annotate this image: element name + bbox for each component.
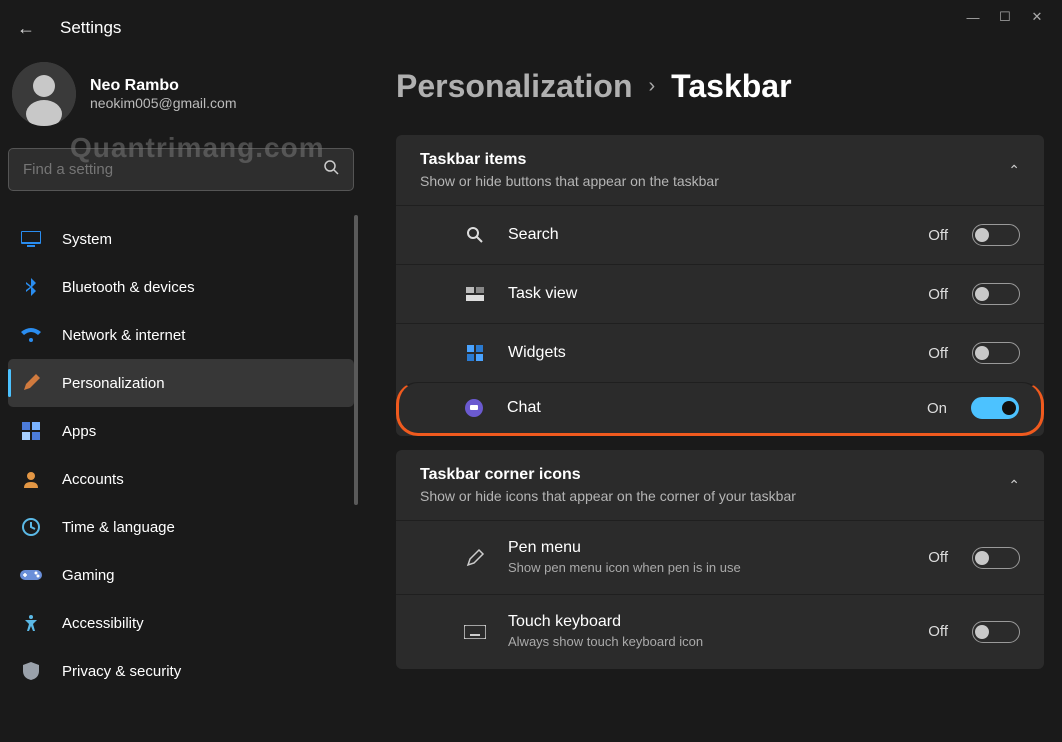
- sidebar-item-label: Apps: [62, 423, 96, 440]
- setting-label: Search: [508, 226, 908, 244]
- section-title: Taskbar items: [420, 151, 719, 169]
- time-icon: [20, 516, 42, 538]
- toggle-state: Off: [928, 345, 948, 362]
- setting-row-pen-menu: Pen menuShow pen menu icon when pen is i…: [396, 520, 1044, 594]
- sidebar-item-label: Gaming: [62, 567, 115, 584]
- chevron-right-icon: ›: [649, 75, 656, 98]
- sidebar-item-label: Accounts: [62, 471, 124, 488]
- search-icon: [464, 224, 486, 246]
- toggle-switch[interactable]: [972, 621, 1020, 643]
- back-button[interactable]: ←: [12, 14, 40, 42]
- breadcrumb-parent[interactable]: Personalization: [396, 68, 633, 105]
- sidebar-item-label: Network & internet: [62, 327, 185, 344]
- sidebar-item-apps[interactable]: Apps: [8, 407, 354, 455]
- avatar: [12, 62, 76, 126]
- sidebar-item-label: Time & language: [62, 519, 175, 536]
- sidebar-item-system[interactable]: System: [8, 215, 354, 263]
- personalization-icon: [20, 372, 42, 394]
- setting-row-touch-keyboard: Touch keyboardAlways show touch keyboard…: [396, 594, 1044, 668]
- toggle-state: On: [927, 400, 947, 417]
- setting-row-search: Search Off: [396, 205, 1044, 264]
- toggle-switch[interactable]: [971, 397, 1019, 419]
- toggle-state: Off: [928, 623, 948, 640]
- setting-label: Touch keyboardAlways show touch keyboard…: [508, 613, 908, 650]
- accessibility-icon: [20, 612, 42, 634]
- privacy-icon: [20, 660, 42, 682]
- sidebar-item-network-internet[interactable]: Network & internet: [8, 311, 354, 359]
- chat-icon: [463, 397, 485, 419]
- gaming-icon: [20, 564, 42, 586]
- toggle-state: Off: [928, 227, 948, 244]
- sidebar-item-bluetooth-devices[interactable]: Bluetooth & devices: [8, 263, 354, 311]
- sidebar-item-label: Bluetooth & devices: [62, 279, 195, 296]
- chevron-up-icon: ⌃: [1008, 477, 1020, 494]
- close-button[interactable]: ✕: [1030, 10, 1044, 24]
- setting-row-widgets: Widgets Off: [396, 323, 1044, 382]
- sidebar-item-label: System: [62, 231, 112, 248]
- accounts-icon: [20, 468, 42, 490]
- toggle-switch[interactable]: [972, 547, 1020, 569]
- minimize-button[interactable]: —: [966, 10, 980, 24]
- sidebar-nav: System Bluetooth & devices Network & inter…: [8, 215, 354, 695]
- section-title: Taskbar corner icons: [420, 466, 796, 484]
- setting-label: Task view: [508, 285, 908, 303]
- toggle-switch[interactable]: [972, 283, 1020, 305]
- sidebar-item-time-language[interactable]: Time & language: [8, 503, 354, 551]
- toggle-state: Off: [928, 549, 948, 566]
- toggle-switch[interactable]: [972, 342, 1020, 364]
- sidebar-item-label: Personalization: [62, 375, 165, 392]
- watermark: Quantrimang.com: [70, 132, 325, 164]
- search-icon: [323, 159, 339, 180]
- setting-label: Chat: [507, 399, 907, 417]
- system-icon: [20, 228, 42, 250]
- toggle-state: Off: [928, 286, 948, 303]
- scrollbar[interactable]: [354, 215, 358, 505]
- breadcrumb-current: Taskbar: [671, 68, 791, 105]
- section-subtitle: Show or hide buttons that appear on the …: [420, 173, 719, 189]
- user-name: Neo Rambo: [90, 77, 237, 95]
- section-header[interactable]: Taskbar items Show or hide buttons that a…: [396, 135, 1044, 205]
- breadcrumb: Personalization › Taskbar: [396, 68, 1044, 105]
- setting-row-chat: Chat On: [396, 382, 1044, 436]
- maximize-button[interactable]: ☐: [998, 10, 1012, 24]
- pen-icon: [464, 547, 486, 569]
- section-subtitle: Show or hide icons that appear on the co…: [420, 488, 796, 504]
- bluetooth-icon: [20, 276, 42, 298]
- sidebar-item-accessibility[interactable]: Accessibility: [8, 599, 354, 647]
- user-email: neokim005@gmail.com: [90, 95, 237, 111]
- setting-label: Pen menuShow pen menu icon when pen is i…: [508, 539, 908, 576]
- network-icon: [20, 324, 42, 346]
- chevron-up-icon: ⌃: [1008, 162, 1020, 179]
- user-account[interactable]: Neo Rambo neokim005@gmail.com: [8, 62, 354, 126]
- apps-icon: [20, 420, 42, 442]
- taskview-icon: [464, 283, 486, 305]
- sidebar-item-personalization[interactable]: Personalization: [8, 359, 354, 407]
- toggle-switch[interactable]: [972, 224, 1020, 246]
- sidebar-item-accounts[interactable]: Accounts: [8, 455, 354, 503]
- sidebar-item-gaming[interactable]: Gaming: [8, 551, 354, 599]
- keyboard-icon: [464, 621, 486, 643]
- sidebar-item-label: Privacy & security: [62, 663, 181, 680]
- sidebar-item-label: Accessibility: [62, 615, 144, 632]
- window-title: Settings: [60, 18, 121, 38]
- widgets-icon: [464, 342, 486, 364]
- setting-label: Widgets: [508, 344, 908, 362]
- sidebar-item-privacy-security[interactable]: Privacy & security: [8, 647, 354, 695]
- setting-row-task-view: Task view Off: [396, 264, 1044, 323]
- section-header[interactable]: Taskbar corner icons Show or hide icons t…: [396, 450, 1044, 520]
